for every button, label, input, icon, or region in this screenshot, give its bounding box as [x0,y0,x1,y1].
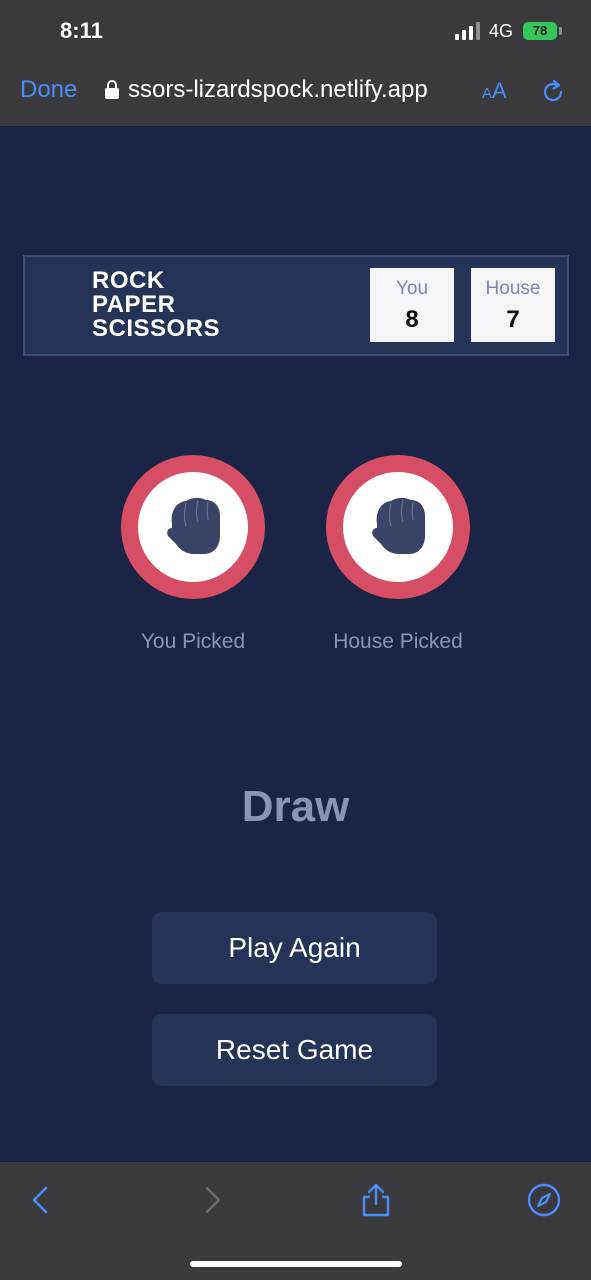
status-time: 8:11 [60,18,103,43]
battery-level: 78 [532,23,548,38]
you-picked-label: You Picked [140,630,246,653]
home-indicator [190,1261,402,1267]
back-arrow-icon[interactable] [24,1182,60,1218]
you-pick-inner [138,472,248,582]
logo-line-rock: ROCK [92,267,165,294]
url-field[interactable]: ssors-lizardspock.netlify.app [128,76,460,104]
network-type: 4G [489,21,514,41]
house-picked-label: House Picked [333,630,463,653]
game-logo: ROCK PAPER SCISSORS [92,269,220,341]
score-house-box: House 7 [471,268,555,342]
battery-icon: 78 [523,22,557,40]
game-header: ROCK PAPER SCISSORS You 8 House 7 [23,255,569,356]
text-size-large: A [492,78,507,103]
score-house-label: House [485,278,541,299]
text-size-button[interactable]: AA [482,78,507,104]
score-you-label: You [395,278,429,299]
done-button[interactable]: Done [20,76,77,104]
reload-icon[interactable] [540,79,566,105]
logo-line-scissors: SCISSORS [92,315,221,342]
rock-fist-icon [167,497,220,554]
you-pick-token [121,455,265,599]
compass-icon[interactable] [526,1182,562,1218]
rock-fist-icon [372,497,425,554]
score-you-box: You 8 [370,268,454,342]
play-again-button[interactable]: Play Again [152,912,437,984]
score-house-value: 7 [506,306,520,333]
text-size-small: A [482,85,493,102]
house-pick-token [326,455,470,599]
share-icon[interactable] [358,1182,394,1218]
reset-game-button[interactable]: Reset Game [152,1014,437,1086]
result-text: Draw [241,782,350,831]
score-you-value: 8 [405,306,419,333]
house-pick-inner [343,472,453,582]
forward-arrow-icon[interactable] [193,1182,229,1218]
signal-strength-icon [455,22,480,40]
battery-tip [559,27,562,35]
logo-line-paper: PAPER [92,291,176,318]
lock-icon [105,80,119,99]
